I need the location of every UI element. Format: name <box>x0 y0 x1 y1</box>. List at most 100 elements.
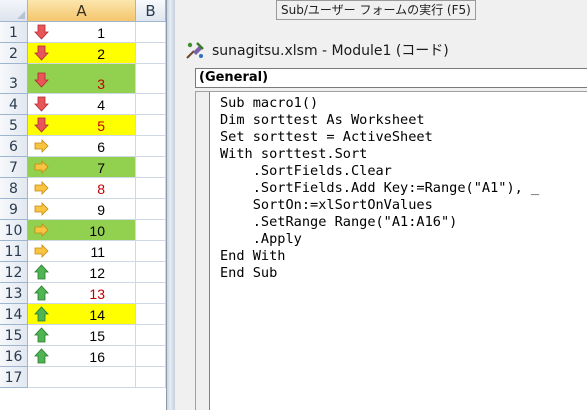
cell-a[interactable]: 16 <box>28 346 136 367</box>
row-header[interactable]: 3 <box>0 64 28 94</box>
cell-value: 4 <box>97 97 105 113</box>
row-header[interactable]: 5 <box>0 115 28 136</box>
module-icon <box>186 42 204 59</box>
cell-value: 11 <box>90 244 105 260</box>
cell-value: 9 <box>97 202 105 218</box>
select-all-corner[interactable] <box>0 0 28 22</box>
cell-a[interactable]: 15 <box>28 325 136 346</box>
cell-a[interactable]: 5 <box>28 115 136 136</box>
cell-value: 12 <box>89 265 105 281</box>
sheet-row: 11 <box>0 22 166 43</box>
row-header[interactable]: 12 <box>0 262 28 283</box>
cell-a[interactable]: 2 <box>28 43 136 64</box>
row-header[interactable]: 17 <box>0 367 28 388</box>
row-header[interactable]: 7 <box>0 157 28 178</box>
sheet-row: 15 15 <box>0 325 166 346</box>
window-splitter[interactable] <box>166 0 175 410</box>
green-up-arrow-icon <box>34 264 49 280</box>
row-header[interactable]: 13 <box>0 283 28 304</box>
cell-b[interactable] <box>136 367 166 388</box>
cell-b[interactable] <box>136 262 166 283</box>
cell-value: 7 <box>97 160 105 176</box>
vbe-code-window: sunagitsu.xlsm - Module1 (コード) (General)… <box>176 35 587 410</box>
cell-b[interactable] <box>136 22 166 43</box>
row-header[interactable]: 1 <box>0 22 28 43</box>
code-window-title: sunagitsu.xlsm - Module1 (コード) <box>212 43 449 59</box>
cell-a[interactable]: 10 <box>28 220 136 241</box>
sheet-row: 55 <box>0 115 166 136</box>
cell-a[interactable]: 9 <box>28 199 136 220</box>
cell-a[interactable]: 7 <box>28 157 136 178</box>
yellow-right-arrow-icon <box>34 201 49 217</box>
yellow-right-arrow-icon <box>34 243 49 259</box>
row-header[interactable]: 15 <box>0 325 28 346</box>
cell-a[interactable]: 14 <box>28 304 136 325</box>
cell-value: 1 <box>97 25 105 41</box>
cell-value: 16 <box>89 349 105 365</box>
cell-value: 13 <box>89 286 105 302</box>
cell-b[interactable] <box>136 325 166 346</box>
cell-a[interactable] <box>28 367 136 388</box>
red-down-arrow-icon <box>34 96 49 112</box>
object-combo-box[interactable]: (General) <box>195 68 587 88</box>
cell-a[interactable]: 1 <box>28 22 136 43</box>
green-up-arrow-icon <box>34 348 49 364</box>
row-header[interactable]: 10 <box>0 220 28 241</box>
yellow-right-arrow-icon <box>34 138 49 154</box>
row-header[interactable]: 9 <box>0 199 28 220</box>
row-header[interactable]: 16 <box>0 346 28 367</box>
cell-a[interactable]: 8 <box>28 178 136 199</box>
code-window-titlebar[interactable]: sunagitsu.xlsm - Module1 (コード) <box>176 35 587 65</box>
row-header[interactable]: 4 <box>0 94 28 115</box>
row-header[interactable]: 6 <box>0 136 28 157</box>
cell-b[interactable] <box>136 346 166 367</box>
sheet-row: 66 <box>0 136 166 157</box>
sheet-row: 14 14 <box>0 304 166 325</box>
green-up-arrow-icon <box>34 306 49 322</box>
cell-b[interactable] <box>136 199 166 220</box>
cell-b[interactable] <box>136 178 166 199</box>
row-header[interactable]: 11 <box>0 241 28 262</box>
cell-b[interactable] <box>136 43 166 64</box>
row-header[interactable]: 14 <box>0 304 28 325</box>
cell-b[interactable] <box>136 157 166 178</box>
cell-a[interactable]: 3 <box>28 64 136 94</box>
sheet-row: 10 10 <box>0 220 166 241</box>
yellow-right-arrow-icon <box>34 180 49 196</box>
cell-value: 8 <box>97 181 105 197</box>
cell-b[interactable] <box>136 220 166 241</box>
cell-b[interactable] <box>136 115 166 136</box>
cell-a[interactable]: 13 <box>28 283 136 304</box>
column-header-a[interactable]: A <box>28 0 136 22</box>
cell-b[interactable] <box>136 283 166 304</box>
cell-a[interactable]: 11 <box>28 241 136 262</box>
cell-value: 15 <box>89 328 105 344</box>
row-header[interactable]: 2 <box>0 43 28 64</box>
cell-a[interactable]: 6 <box>28 136 136 157</box>
red-down-arrow-icon <box>34 45 49 61</box>
sheet-row: 13 13 <box>0 283 166 304</box>
cell-b[interactable] <box>136 64 166 94</box>
column-header-b[interactable]: B <box>136 0 166 22</box>
code-text[interactable]: Sub macro1() Dim sorttest As Worksheet S… <box>220 95 539 282</box>
cell-a[interactable]: 4 <box>28 94 136 115</box>
sheet-row: 33 <box>0 64 166 94</box>
code-editor[interactable]: Sub macro1() Dim sorttest As Worksheet S… <box>195 91 587 410</box>
cell-b[interactable] <box>136 94 166 115</box>
yellow-right-arrow-icon <box>34 222 49 238</box>
sheet-row: 77 <box>0 157 166 178</box>
red-down-arrow-icon <box>34 72 49 88</box>
cell-a[interactable]: 12 <box>28 262 136 283</box>
cell-value: 5 <box>97 118 105 134</box>
cell-value: 10 <box>89 223 105 239</box>
cell-b[interactable] <box>136 136 166 157</box>
cell-b[interactable] <box>136 304 166 325</box>
red-down-arrow-icon <box>34 24 49 40</box>
row-header[interactable]: 8 <box>0 178 28 199</box>
cell-value: 14 <box>89 307 105 323</box>
sheet-row: 17 <box>0 367 166 388</box>
sheet-row: 44 <box>0 94 166 115</box>
cell-b[interactable] <box>136 241 166 262</box>
margin-indicator-bar[interactable] <box>196 92 210 410</box>
sheet-row: 22 <box>0 43 166 64</box>
